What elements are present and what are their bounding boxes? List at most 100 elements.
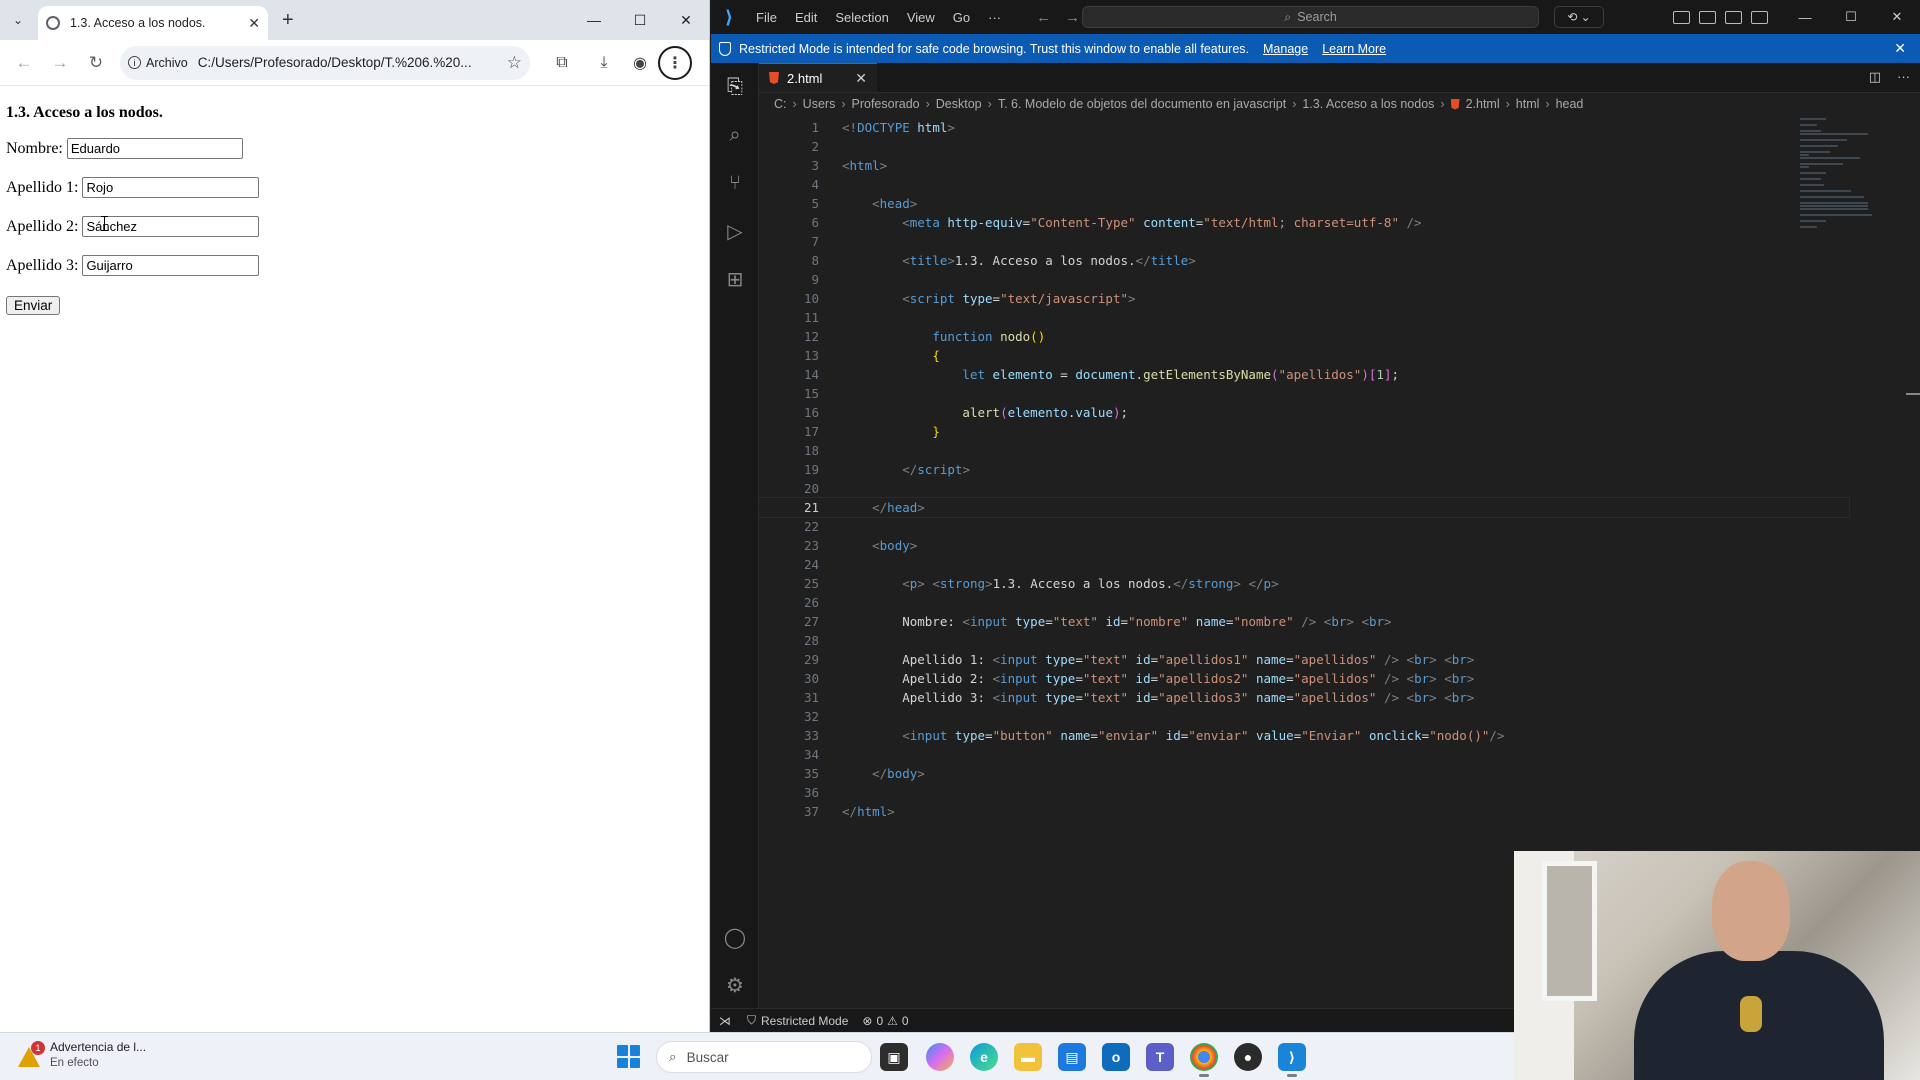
customize-layout-icon[interactable]: [1673, 10, 1690, 24]
breadcrumb-item[interactable]: Users: [803, 97, 836, 111]
editor-tab-close-icon[interactable]: ✕: [855, 70, 867, 87]
explorer-icon[interactable]: ⎘: [711, 63, 759, 111]
code-line[interactable]: 33 <input type="button" name="enviar" id…: [759, 726, 1849, 745]
back-button[interactable]: ←: [6, 45, 42, 81]
menu-go[interactable]: Go: [944, 10, 979, 25]
toggle-sidebar-icon[interactable]: [1699, 10, 1716, 24]
remote-icon[interactable]: ⋊: [711, 1009, 739, 1033]
microsoft-store-icon[interactable]: ▤: [1058, 1043, 1086, 1071]
command-center-search[interactable]: ⌕ Search: [1082, 6, 1539, 28]
breadcrumb-item[interactable]: 1.3. Acceso a los nodos: [1302, 97, 1434, 111]
apellido1-input[interactable]: Rojo: [82, 177, 260, 198]
go-forward-icon[interactable]: →: [1065, 9, 1080, 26]
code-line[interactable]: 19 </script>: [759, 460, 1849, 479]
go-back-icon[interactable]: ←: [1036, 9, 1051, 26]
code-line[interactable]: 26: [759, 593, 1849, 612]
minimize-button[interactable]: —: [571, 0, 617, 40]
code-line[interactable]: 1 <!DOCTYPE html>: [759, 118, 1849, 137]
teams-icon[interactable]: T: [1146, 1043, 1174, 1071]
code-line[interactable]: 25 <p> <strong>1.3. Acceso a los nodos.<…: [759, 574, 1849, 593]
code-editor[interactable]: 1 <!DOCTYPE html> 2 3 <html> 4 5 <head> 6 <meta…: [758, 118, 1850, 821]
source-control-icon[interactable]: ⑂: [711, 159, 759, 207]
nombre-input[interactable]: Eduardo: [66, 138, 243, 159]
vscode-minimize-button[interactable]: —: [1782, 0, 1828, 34]
edge-browser-icon[interactable]: e: [970, 1043, 998, 1071]
menu-selection[interactable]: Selection: [826, 10, 897, 25]
obs-recording-icon[interactable]: ●: [1234, 1043, 1262, 1071]
notification-widget[interactable]: 1 Advertencia de l... En efecto: [18, 1039, 146, 1071]
minimap[interactable]: [1800, 118, 1890, 228]
code-line[interactable]: 4: [759, 175, 1849, 194]
site-info-chip[interactable]: i Archivo: [128, 56, 198, 70]
code-line[interactable]: 36: [759, 783, 1849, 802]
bookmark-star-icon[interactable]: ☆: [507, 53, 522, 73]
profile-icon[interactable]: ◉: [622, 45, 658, 81]
code-line[interactable]: 34: [759, 745, 1849, 764]
search-view-icon[interactable]: ⌕: [711, 111, 759, 159]
settings-gear-icon[interactable]: ⚙: [711, 961, 759, 1009]
run-debug-icon[interactable]: ▷: [711, 207, 759, 255]
code-line[interactable]: 2: [759, 137, 1849, 156]
code-line[interactable]: 11: [759, 308, 1849, 327]
task-view-icon[interactable]: ▣: [880, 1043, 908, 1071]
code-line[interactable]: 35 </body>: [759, 764, 1849, 783]
download-icon[interactable]: ⤓: [586, 45, 622, 81]
code-line[interactable]: 37 </html>: [759, 802, 1849, 821]
apellido2-input[interactable]: Sánchez: [82, 216, 260, 237]
code-line[interactable]: 31 Apellido 3: <input type="text" id="ap…: [759, 688, 1849, 707]
code-line[interactable]: 7: [759, 232, 1849, 251]
code-line[interactable]: 14 let elemento = document.getElementsBy…: [759, 365, 1849, 384]
extensions-view-icon[interactable]: ⊞: [711, 255, 759, 303]
copilot-app-icon[interactable]: [926, 1043, 954, 1071]
chrome-icon[interactable]: [1190, 1043, 1218, 1077]
code-line[interactable]: 21 </head>: [758, 497, 1850, 518]
accounts-icon[interactable]: ◯: [711, 913, 759, 961]
banner-close-icon[interactable]: ✕: [1894, 40, 1906, 57]
breadcrumb-item[interactable]: html: [1516, 97, 1540, 111]
code-line[interactable]: 29 Apellido 1: <input type="text" id="ap…: [759, 650, 1849, 669]
vscode-taskbar-icon[interactable]: ⟩: [1278, 1043, 1306, 1077]
code-line[interactable]: 20: [759, 479, 1849, 498]
vscode-close-button[interactable]: ✕: [1874, 0, 1920, 34]
extensions-icon[interactable]: ⧉: [544, 45, 580, 81]
code-line[interactable]: 22: [759, 517, 1849, 536]
browser-tab-active[interactable]: 1.3. Acceso a los nodos. ✕: [38, 6, 268, 40]
code-line[interactable]: 32: [759, 707, 1849, 726]
maximize-button[interactable]: ☐: [617, 0, 663, 40]
code-line[interactable]: 3 <html>: [759, 156, 1849, 175]
address-bar[interactable]: i Archivo C:/Users/Profesorado/Desktop/T.…: [120, 45, 530, 80]
toggle-secondary-sidebar-icon[interactable]: [1751, 10, 1768, 24]
url-text[interactable]: C:/Users/Profesorado/Desktop/T.%206.%20.…: [198, 55, 501, 70]
code-line[interactable]: 17 }: [759, 422, 1849, 441]
code-line[interactable]: 23 <body>: [759, 536, 1849, 555]
code-line[interactable]: 30 Apellido 2: <input type="text" id="ap…: [759, 669, 1849, 688]
breadcrumb-item[interactable]: head: [1556, 97, 1584, 111]
menu-edit[interactable]: Edit: [786, 10, 826, 25]
code-line[interactable]: 13 {: [759, 346, 1849, 365]
menu-view[interactable]: View: [898, 10, 944, 25]
code-line[interactable]: 10 <script type="text/javascript">: [759, 289, 1849, 308]
code-line[interactable]: 24: [759, 555, 1849, 574]
menu-file[interactable]: File: [747, 10, 786, 25]
learn-more-link[interactable]: Learn More: [1322, 42, 1386, 56]
code-line[interactable]: 8 <title>1.3. Acceso a los nodos.</title…: [759, 251, 1849, 270]
windows-start-icon[interactable]: [617, 1045, 640, 1068]
close-window-button[interactable]: ✕: [663, 0, 709, 40]
file-explorer-icon[interactable]: ▬: [1014, 1043, 1042, 1071]
browser-menu-icon[interactable]: ⋮: [658, 45, 692, 80]
code-line[interactable]: 9: [759, 270, 1849, 289]
tab-search-icon[interactable]: ⌄: [0, 0, 36, 40]
breadcrumb-item[interactable]: T. 6. Modelo de objetos del documento en…: [998, 97, 1286, 111]
tab-close-icon[interactable]: ✕: [248, 15, 260, 32]
code-line[interactable]: 12 function nodo(): [759, 327, 1849, 346]
split-editor-icon[interactable]: ◫: [1869, 69, 1881, 85]
code-line[interactable]: 6 <meta http-equiv="Content-Type" conten…: [759, 213, 1849, 232]
outlook-icon[interactable]: o: [1102, 1043, 1130, 1071]
breadcrumb-item[interactable]: Desktop: [936, 97, 982, 111]
breadcrumb-item[interactable]: Profesorado: [852, 97, 920, 111]
vscode-maximize-button[interactable]: ☐: [1828, 0, 1874, 34]
breadcrumb-item[interactable]: 2.html: [1466, 97, 1500, 111]
problems-status[interactable]: ⊗ 0 ⚠ 0: [856, 1014, 914, 1028]
more-actions-icon[interactable]: ···: [1897, 69, 1910, 85]
copilot-button[interactable]: ⟲ ⌄: [1554, 6, 1604, 28]
